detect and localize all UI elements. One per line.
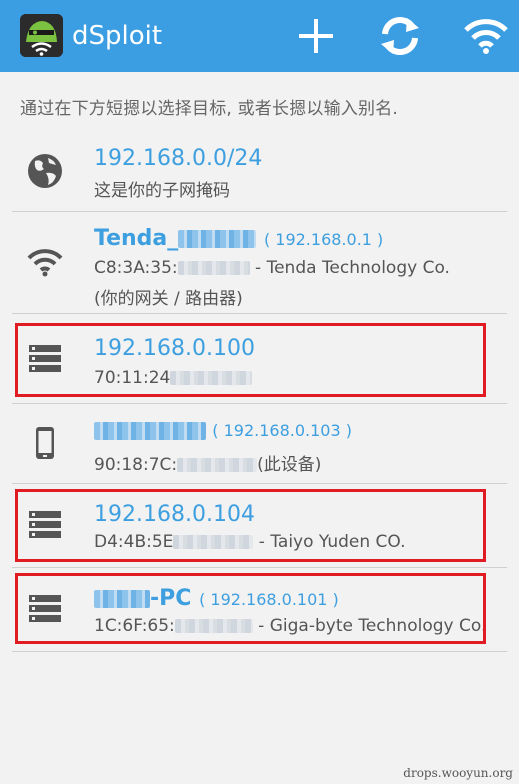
highlight-box (15, 323, 486, 397)
redacted-text (178, 230, 257, 248)
vendor: (此设备) (257, 455, 322, 475)
refresh-button[interactable] (374, 10, 426, 62)
redacted-text (177, 458, 258, 472)
instruction-text: 通过在下方短摁以选择目标, 或者长摁以输入别名. (20, 99, 399, 119)
divider (12, 567, 507, 568)
redacted-text (94, 422, 206, 440)
target-note: (你的网关 / 路由器) (94, 289, 243, 309)
app-title: dSploit (72, 21, 163, 51)
target-title: Tenda_ ( 192.168.0.1 ) (94, 226, 383, 251)
wifi-icon (464, 19, 508, 54)
target-ip: ( 192.168.0.103 ) (212, 421, 352, 440)
target-row-this-device[interactable]: ( 192.168.0.103 ) 90:18:7C: (此设备) (12, 404, 507, 484)
add-target-button[interactable] (290, 10, 342, 62)
target-name: Tenda_ (94, 226, 179, 251)
highlight-box (15, 573, 486, 644)
target-mac: C8:3A:35: - Tenda Technology Co. (94, 258, 450, 278)
app-logo-icon (20, 14, 63, 57)
divider (12, 651, 507, 652)
redacted-text (177, 261, 250, 275)
target-subtitle: 这是你的子网掩码 (94, 181, 230, 201)
target-row-gateway[interactable]: Tenda_ ( 192.168.0.1 ) C8:3A:35: - Tenda… (12, 212, 507, 312)
wifi-scan-button[interactable] (460, 10, 512, 62)
target-ip: ( 192.168.0.1 ) (263, 230, 384, 249)
target-row-subnet[interactable]: 192.168.0.0/24 这是你的子网掩码 (12, 140, 507, 210)
mac-prefix: 90:18:7C: (94, 455, 178, 475)
add-icon (299, 19, 333, 53)
divider (12, 313, 507, 314)
target-title: 192.168.0.0/24 (94, 146, 263, 171)
vendor: - Tenda Technology Co. (249, 258, 450, 278)
action-bar: dSploit (0, 0, 519, 72)
globe-icon (24, 150, 66, 192)
divider (12, 483, 507, 484)
phone-icon (24, 422, 66, 464)
target-mac: 90:18:7C: (此设备) (94, 450, 321, 475)
wifi-icon (24, 242, 66, 284)
highlight-box (15, 489, 486, 562)
refresh-icon (381, 17, 419, 55)
watermark: drops.wooyun.org (403, 766, 513, 780)
target-title: ( 192.168.0.103 ) (94, 420, 352, 441)
mac-prefix: C8:3A:35: (94, 258, 178, 278)
